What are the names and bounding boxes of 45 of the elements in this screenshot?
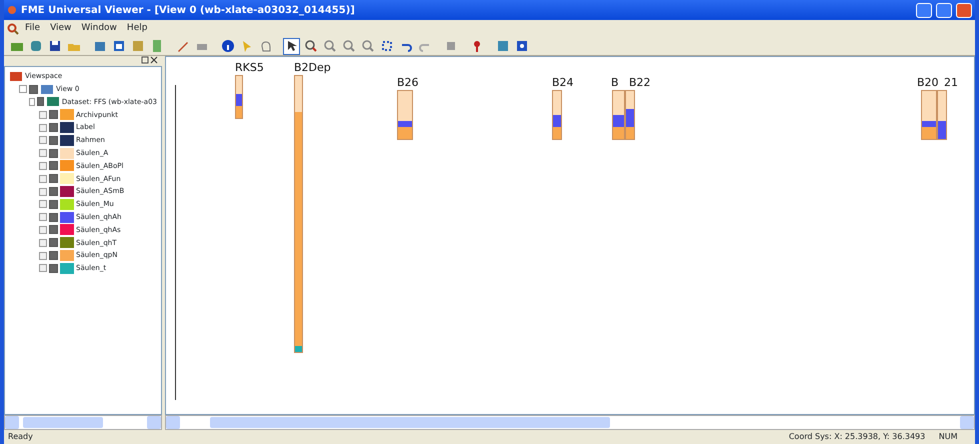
close-icon[interactable]: [150, 56, 158, 64]
maximize-button[interactable]: [936, 2, 952, 18]
checkbox[interactable]: [49, 148, 58, 158]
checkbox[interactable]: [49, 136, 58, 145]
scrollbar-thumb[interactable]: [23, 417, 103, 428]
app-icon: [7, 5, 17, 15]
checkbox[interactable]: [49, 225, 58, 234]
close-button[interactable]: [956, 2, 972, 18]
borehole-column: [235, 75, 243, 119]
checkbox[interactable]: [49, 123, 58, 132]
checkbox[interactable]: [49, 187, 58, 196]
borehole-label: B2Dep: [294, 62, 331, 74]
window-title: FME Universal Viewer - [View 0 (wb-xlate-a03032_014455)]: [21, 4, 355, 18]
menu-item[interactable]: Window: [77, 22, 121, 36]
borehole-label: B20: [917, 77, 939, 89]
checkbox[interactable]: [49, 212, 58, 222]
checkbox[interactable]: [49, 110, 58, 120]
borehole-column: [552, 90, 562, 140]
checkbox[interactable]: [49, 200, 58, 209]
borehole-label: B: [611, 77, 619, 89]
borehole-column: [397, 90, 413, 140]
borehole-label: B24: [552, 77, 574, 89]
coordinates-readout: Coord Sys: X: 25.3938, Y: 36.3493: [788, 431, 926, 443]
checkbox[interactable]: [49, 251, 58, 260]
borehole-label: 21: [944, 77, 958, 89]
checkbox[interactable]: [49, 174, 58, 184]
info-icon[interactable]: [219, 38, 236, 54]
borehole-column: [625, 90, 635, 140]
borehole-label: B22: [629, 77, 651, 89]
scrollbar-thumb[interactable]: [210, 417, 610, 428]
menu-item[interactable]: View: [46, 22, 76, 36]
status-message: Ready: [8, 431, 33, 443]
num-lock-indicator: NUM: [938, 431, 958, 443]
menu-item[interactable]: File: [21, 22, 44, 36]
checkbox[interactable]: [37, 97, 44, 106]
checkbox[interactable]: [29, 84, 38, 94]
borehole-label: B26: [397, 77, 419, 89]
checkbox[interactable]: [49, 264, 58, 273]
borehole-column: [612, 90, 625, 140]
magnifier-icon: [7, 22, 19, 34]
menu-item[interactable]: Help: [122, 22, 152, 36]
checkbox[interactable]: [49, 161, 58, 170]
borehole-label: RKS5: [235, 62, 264, 74]
minimize-button[interactable]: [916, 2, 932, 18]
checkbox[interactable]: [49, 238, 58, 248]
